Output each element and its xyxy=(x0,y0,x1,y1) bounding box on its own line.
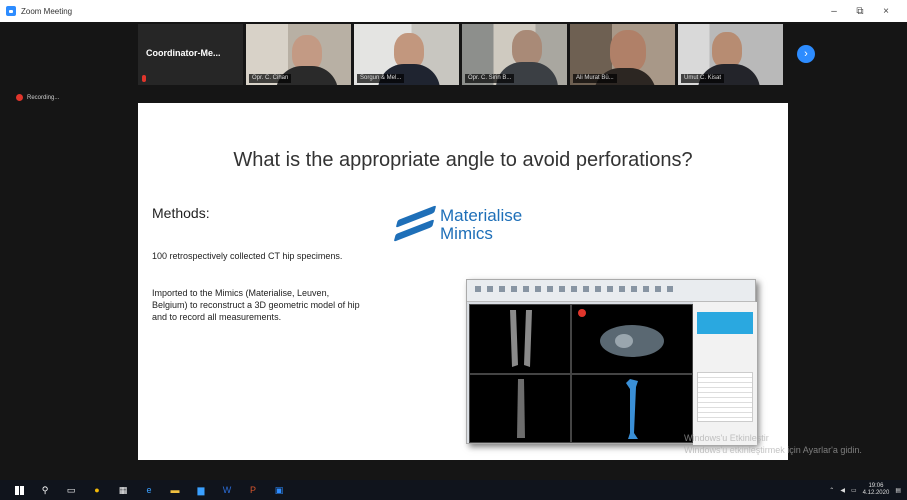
participant-name: Opr. C. Sirin B... xyxy=(465,74,515,83)
ct-view-sagittal xyxy=(469,374,571,443)
explorer-icon[interactable]: ▬ xyxy=(168,484,182,496)
ct-view-axial xyxy=(571,304,693,374)
participant-name: Ali Murat Bü... xyxy=(573,74,617,83)
participant-tile[interactable]: Ali Murat Bü... xyxy=(570,24,675,85)
zoom-taskbar-icon[interactable]: ▣ xyxy=(272,484,286,496)
zoom-window: Zoom Meeting – ⧉ × Coordinator-Me... Opr… xyxy=(0,0,907,500)
slide-text: Imported to the Mimics (Materialise, Leu… xyxy=(152,288,360,322)
word-icon[interactable]: W xyxy=(220,484,234,496)
ct-sagittal-image xyxy=(517,379,525,438)
next-page-button[interactable]: › xyxy=(797,45,815,63)
minimize-button[interactable]: – xyxy=(821,0,847,22)
mimics-table xyxy=(697,372,753,422)
maximize-button[interactable]: ⧉ xyxy=(847,0,873,22)
clock-time: 19:06 xyxy=(868,483,884,489)
system-tray: ⌃ ◀ ▭ 19:06 4.12.2020 ▤ xyxy=(829,480,901,500)
powerpoint-icon[interactable]: P xyxy=(246,484,260,496)
mimics-screenshot xyxy=(466,279,757,445)
participant-tile[interactable]: Opr. C. Sirin B... xyxy=(462,24,567,85)
close-button[interactable]: × xyxy=(873,0,899,22)
keyboard-icon[interactable]: ▭ xyxy=(851,487,857,494)
start-button[interactable] xyxy=(12,484,26,496)
notification-icon[interactable]: ▤ xyxy=(895,487,901,494)
mic-muted-icon xyxy=(142,75,146,82)
windows-taskbar: ⚲ ▭ ● ▦ e ▬ ▆ W P ▣ ⌃ ◀ ▭ 19:06 4.12.202… xyxy=(0,480,907,500)
participant-tile[interactable]: Umut C. Kisat xyxy=(678,24,783,85)
participant-video-strip: Coordinator-Me... Opr. C. Cihan Sorgun &… xyxy=(138,24,788,85)
person-head xyxy=(512,30,542,66)
window-title: Zoom Meeting xyxy=(21,6,73,16)
person-head xyxy=(712,32,742,68)
clock-date: 4.12.2020 xyxy=(862,490,890,496)
person-head xyxy=(610,30,646,72)
network-icon[interactable]: ⌃ xyxy=(829,487,834,494)
recording-label: Recording... xyxy=(27,94,60,101)
store-icon[interactable]: ▦ xyxy=(116,484,130,496)
clock[interactable]: 19:06 4.12.2020 xyxy=(863,483,890,497)
materialise-logo-icon xyxy=(393,205,437,242)
slide-text: 100 retrospectively collected CT hip spe… xyxy=(152,251,343,261)
mimics-selection xyxy=(697,312,753,334)
participant-tile[interactable]: Opr. C. Cihan xyxy=(246,24,351,85)
app-icon[interactable]: ▆ xyxy=(194,484,208,496)
ct-axial-image xyxy=(578,309,664,357)
watermark-text: Windows'u etkinleştirmek için Ayarlar'a … xyxy=(684,445,862,455)
windows-activation-watermark: Windows'u Etkinleştir Windows'u etkinleş… xyxy=(684,432,862,456)
bone-image xyxy=(510,310,532,367)
slide-methods-title: Methods: xyxy=(152,205,210,221)
logo-text: Materialise xyxy=(440,206,523,225)
search-icon[interactable]: ⚲ xyxy=(38,484,52,496)
participant-name: Coordinator-Me... xyxy=(146,48,221,58)
participant-tile[interactable]: Sorgun & Mel... xyxy=(354,24,459,85)
participant-name: Sorgun & Mel... xyxy=(357,74,405,83)
title-bar: Zoom Meeting – ⧉ × xyxy=(0,0,907,22)
watermark-text: Windows'u Etkinleştir xyxy=(684,433,769,443)
recording-indicator[interactable]: Recording... xyxy=(16,94,59,101)
mimics-side-panel xyxy=(693,302,757,445)
participant-name: Umut C. Kisat xyxy=(681,74,725,83)
participant-tile[interactable]: Coordinator-Me... xyxy=(138,24,243,85)
task-view-icon[interactable]: ▭ xyxy=(64,484,78,496)
mimics-toolbar xyxy=(467,280,755,302)
zoom-icon xyxy=(6,6,16,16)
chrome-icon[interactable]: ● xyxy=(90,484,104,496)
femur-3d-model xyxy=(626,379,638,439)
volume-icon[interactable]: ◀ xyxy=(840,487,845,494)
shared-screen: What is the appropriate angle to avoid p… xyxy=(138,103,788,460)
recording-icon xyxy=(16,94,23,101)
edge-icon[interactable]: e xyxy=(142,484,156,496)
logo-text: Mimics xyxy=(440,224,493,243)
materialise-logo: Materialise Mimics xyxy=(393,205,523,243)
slide-heading: What is the appropriate angle to avoid p… xyxy=(233,149,693,171)
participant-name: Opr. C. Cihan xyxy=(249,74,292,83)
ct-view-coronal xyxy=(469,304,571,374)
3d-model-view xyxy=(571,374,693,443)
